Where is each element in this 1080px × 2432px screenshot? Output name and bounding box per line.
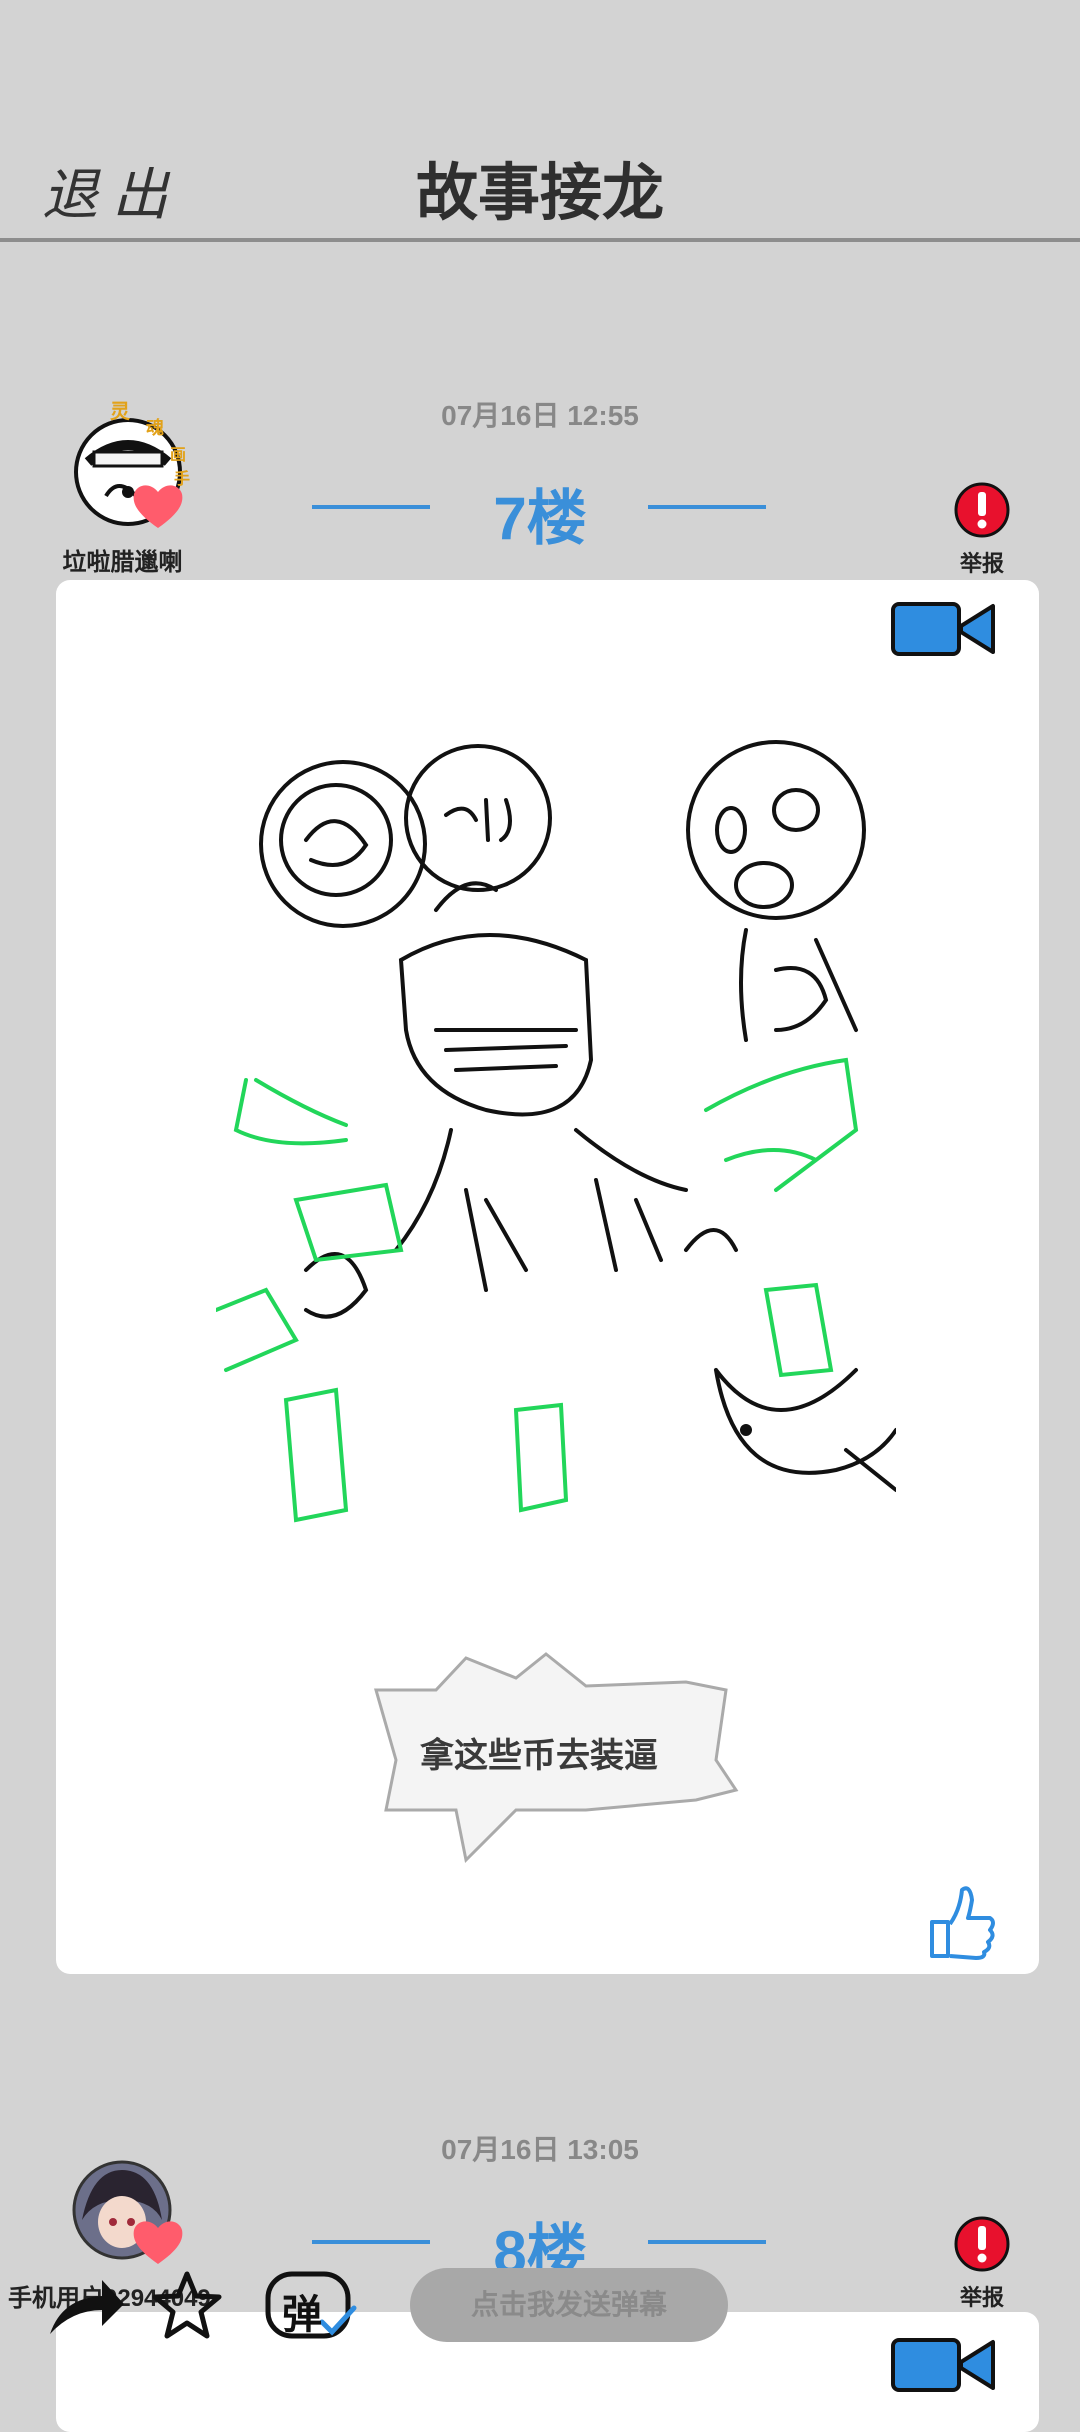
report-button[interactable]: 举报	[942, 2280, 1022, 2312]
share-icon[interactable]	[44, 2268, 126, 2342]
page-title: 故事接龙	[415, 159, 664, 228]
report-icon[interactable]	[952, 478, 1012, 542]
post-card: 拿这些币去装逼	[56, 580, 1039, 1974]
star-icon[interactable]	[152, 2270, 222, 2340]
header-divider	[0, 238, 1080, 242]
report-button[interactable]: 举报	[942, 546, 1022, 578]
caption-text: 拿这些币去装逼	[420, 1737, 658, 1775]
svg-text:画: 画	[170, 445, 186, 464]
video-camera-icon[interactable]	[889, 2334, 999, 2396]
svg-text:魂: 魂	[146, 417, 164, 439]
username[interactable]: 垃啦腊邋喇	[40, 542, 205, 577]
svg-text:灵: 灵	[110, 400, 131, 423]
danmaku-toggle-icon[interactable]: 弹	[262, 2268, 362, 2346]
danmaku-icon-label: 弹	[282, 2293, 322, 2337]
report-icon[interactable]	[952, 2212, 1012, 2276]
heart-icon	[130, 2216, 186, 2268]
heart-icon	[130, 480, 186, 532]
danmaku-input[interactable]: 点击我发送弹幕	[410, 2268, 728, 2342]
thumbs-up-icon[interactable]	[926, 1880, 996, 1960]
video-camera-icon[interactable]	[889, 598, 999, 660]
drawing-image	[214, 730, 898, 1530]
